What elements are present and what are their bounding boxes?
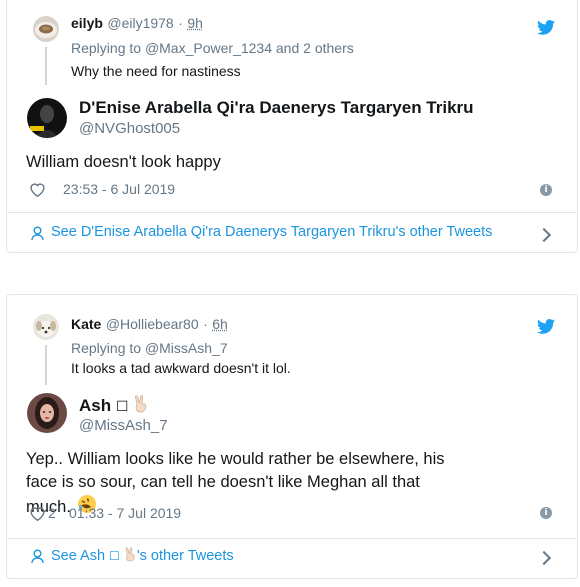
- tweet-timestamp[interactable]: 23:53 - 6 Jul 2019: [63, 181, 175, 197]
- person-icon: [31, 226, 44, 241]
- thread-line: [45, 345, 47, 385]
- like-count[interactable]: 2: [48, 505, 56, 521]
- avatar-image-dark: [27, 98, 67, 138]
- reply-author-name[interactable]: Kate: [71, 316, 101, 332]
- victory-hand-emoji: [125, 547, 135, 562]
- reply-author-name[interactable]: eilyb: [71, 15, 103, 31]
- reply-avatar[interactable]: [33, 16, 59, 42]
- see-other-tweets-link[interactable]: See D'Enise Arabella Qi'ra Daenerys Targ…: [51, 224, 492, 240]
- reply-author-handle[interactable]: @Holliebear80: [106, 316, 199, 332]
- card-divider: [7, 538, 577, 539]
- main-author-name-line: Ash ☐: [79, 395, 149, 416]
- avatar-image-dog: [33, 314, 59, 340]
- avatar-image-portrait: [27, 393, 67, 433]
- main-author-name[interactable]: D'Enise Arabella Qi'ra Daenerys Targarye…: [79, 98, 474, 118]
- reply-time[interactable]: 9h: [187, 15, 203, 31]
- heart-icon[interactable]: [29, 182, 46, 197]
- replying-to-user-link[interactable]: @MissAsh_7: [145, 340, 228, 356]
- reply-avatar[interactable]: [33, 314, 59, 340]
- replying-to-user-link[interactable]: @Max_Power_1234: [145, 40, 272, 56]
- main-author-name[interactable]: Ash: [79, 396, 111, 415]
- tweet-timestamp[interactable]: 01:33 - 7 Jul 2019: [69, 505, 181, 521]
- replying-to-line: Replying to @Max_Power_1234 and 2 others: [71, 40, 354, 56]
- tweet-text: William doesn't look happy: [26, 153, 221, 171]
- main-author-avatar[interactable]: [27, 393, 67, 433]
- replying-to-prefix: Replying to: [71, 40, 142, 56]
- replying-to-suffix[interactable]: and 2 others: [276, 40, 354, 56]
- main-author-handle[interactable]: @NVGhost005: [79, 120, 180, 137]
- reply-author-handle[interactable]: @eily1978: [107, 15, 173, 31]
- tweet-card-2: Kate @Holliebear80 · 6h Replying to @Mis…: [6, 294, 578, 579]
- reply-text: Why the need for nastiness: [71, 63, 241, 79]
- heart-icon[interactable]: [29, 506, 46, 521]
- main-author-avatar[interactable]: [27, 98, 67, 138]
- person-icon: [31, 549, 44, 564]
- see-other-suffix: 's other Tweets: [136, 548, 234, 564]
- victory-hand-emoji: [135, 395, 147, 413]
- card-divider: [7, 212, 577, 213]
- separator-dot: ·: [203, 316, 208, 332]
- info-icon[interactable]: i: [540, 184, 552, 196]
- main-author-handle[interactable]: @MissAsh_7: [79, 417, 168, 434]
- tweet-card-1: eilyb @eily1978 · 9h Replying to @Max_Po…: [6, 0, 578, 253]
- replying-to-line: Replying to @MissAsh_7: [71, 340, 228, 356]
- reply-text: It looks a tad awkward doesn't it lol.: [71, 360, 291, 376]
- name-box-glyph: ☐: [115, 399, 129, 415]
- replying-to-prefix: Replying to: [71, 340, 142, 356]
- twitter-bird-icon[interactable]: [537, 20, 555, 35]
- see-other-prefix: See Ash: [51, 548, 106, 564]
- info-icon[interactable]: i: [540, 507, 552, 519]
- reply-time[interactable]: 6h: [212, 316, 228, 332]
- separator-dot: ·: [178, 15, 183, 31]
- chevron-right-icon[interactable]: [536, 227, 552, 243]
- avatar-image-cup: [33, 16, 59, 42]
- thread-line: [45, 47, 47, 85]
- see-other-box-glyph: ☐: [109, 549, 120, 563]
- chevron-right-icon[interactable]: [536, 550, 552, 566]
- see-other-tweets-link[interactable]: See Ash ☐ 's other Tweets: [51, 547, 234, 564]
- twitter-bird-icon[interactable]: [537, 319, 555, 334]
